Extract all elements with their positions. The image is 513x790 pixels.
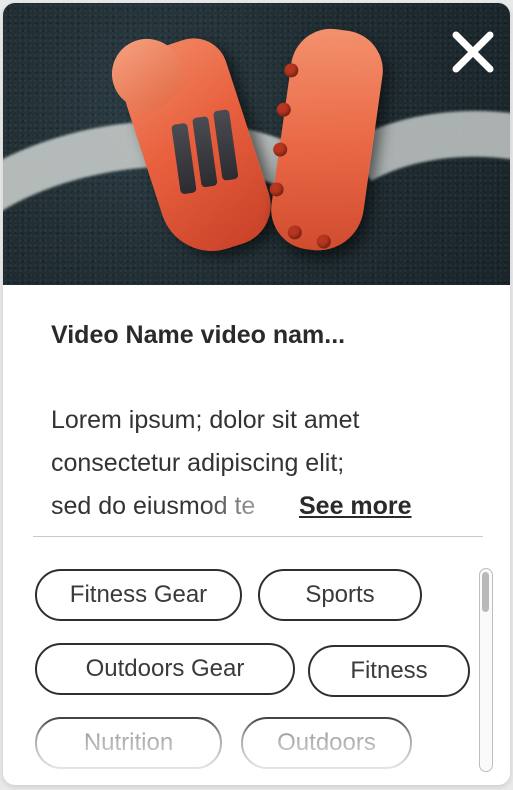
scrollbar-thumb[interactable] [482,572,489,612]
video-title: Video Name video nam... [51,321,346,349]
hero-image [3,3,510,285]
tag-chip[interactable]: Fitness Gear [35,569,242,621]
tag-chip[interactable]: Outdoors [241,717,412,769]
close-button[interactable] [448,27,498,77]
scrollbar[interactable] [479,568,493,772]
tag-chip[interactable]: Sports [258,569,422,621]
description-line: Lorem ipsum; dolor sit amet [51,406,360,434]
video-card: Video Name video nam... Lorem ipsum; dol… [3,3,510,785]
tag-chip[interactable]: Fitness [308,645,470,697]
close-icon [452,31,494,73]
divider [33,536,483,537]
tag-chip[interactable]: Nutrition [35,717,222,769]
tag-list: Fitness Gear Sports Outdoors Gear Fitnes… [33,566,477,776]
see-more-link[interactable]: See more [297,485,412,528]
description: Lorem ipsum; dolor sit amet consectetur … [51,399,471,528]
description-line: sed do eiusmod te [51,492,256,520]
description-line: consectetur adipiscing elit; [51,449,345,477]
tag-chip[interactable]: Outdoors Gear [35,643,295,695]
